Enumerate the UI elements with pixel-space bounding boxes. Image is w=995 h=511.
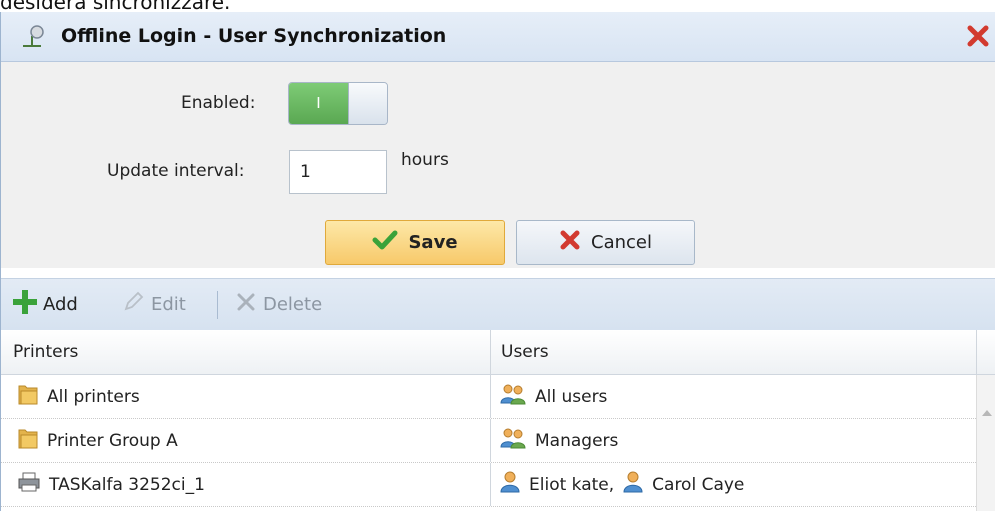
users-cell: Eliot kate, Carol Caye [499,463,744,506]
table-row[interactable]: All printers All users [1,375,976,419]
dialog-title: Offline Login - User Synchronization [61,25,447,47]
table-row[interactable]: TASKalfa 3252ci_1 Eliot kate, Carol Caye [1,463,976,507]
cancel-button[interactable]: Cancel [516,220,695,265]
printer-name: TASKalfa 3252ci_1 [49,474,205,495]
save-button[interactable]: Save [325,220,505,265]
user-name: Carol Caye [652,474,745,495]
user-name: Eliot kate, [529,474,615,495]
pencil-icon [121,290,145,319]
grid-header: Printers Users [1,330,995,375]
scroll-up-arrow-icon[interactable] [982,401,992,416]
vertical-scrollbar[interactable] [976,375,995,511]
dialog-titlebar: Offline Login - User Synchronization [1,12,995,62]
group-icon [499,426,527,455]
cross-icon [559,229,581,256]
delete-button[interactable]: Delete [235,279,322,330]
settings-form: Enabled: I Update interval: hours Save C… [1,62,995,268]
add-button[interactable]: Add [13,279,78,330]
printer-name: Printer Group A [47,430,178,451]
close-icon[interactable] [965,23,991,49]
column-divider [490,463,491,506]
printer-cell: TASKalfa 3252ci_1 [17,463,205,506]
table-row[interactable]: Printer Group A Managers [1,419,976,463]
users-cell: All users [499,375,607,418]
delete-label: Delete [263,294,323,315]
toolbar-divider [217,291,218,319]
folder-icon [17,382,39,411]
interval-label: Update interval: [107,161,245,181]
column-divider [490,375,491,418]
group-icon [499,382,527,411]
user-icon [499,470,521,499]
cross-icon [235,291,257,318]
user-icon [622,470,644,499]
toggle-on-indicator: I [289,83,348,124]
user-name: All users [535,386,608,407]
edit-button[interactable]: Edit [121,279,186,330]
grid-body: All printers All users Printer Group A M… [1,375,976,511]
column-divider [976,330,977,374]
checkmark-icon [372,229,398,256]
printer-cell: All printers [17,375,140,418]
cancel-label: Cancel [591,232,652,253]
column-divider[interactable] [490,330,491,374]
column-divider [490,419,491,462]
column-header-users[interactable]: Users [501,330,549,374]
save-label: Save [408,232,458,253]
update-interval-input[interactable] [289,150,387,194]
enabled-label: Enabled: [181,93,256,113]
users-cell: Managers [499,419,618,462]
enabled-toggle[interactable]: I [288,82,388,125]
folder-icon [17,426,39,455]
edit-label: Edit [151,294,186,315]
column-header-printers[interactable]: Printers [13,330,78,374]
interval-unit: hours [401,150,449,170]
toggle-knob [348,83,387,124]
sync-dialog: Offline Login - User Synchronization Ena… [0,12,995,511]
printer-icon [17,470,41,499]
printer-name: All printers [47,386,140,407]
network-icon [19,24,49,50]
plus-icon [13,290,37,319]
user-name: Managers [535,430,619,451]
grid-toolbar: Add Edit Delete [1,278,995,331]
printer-cell: Printer Group A [17,419,178,462]
add-label: Add [43,294,78,315]
